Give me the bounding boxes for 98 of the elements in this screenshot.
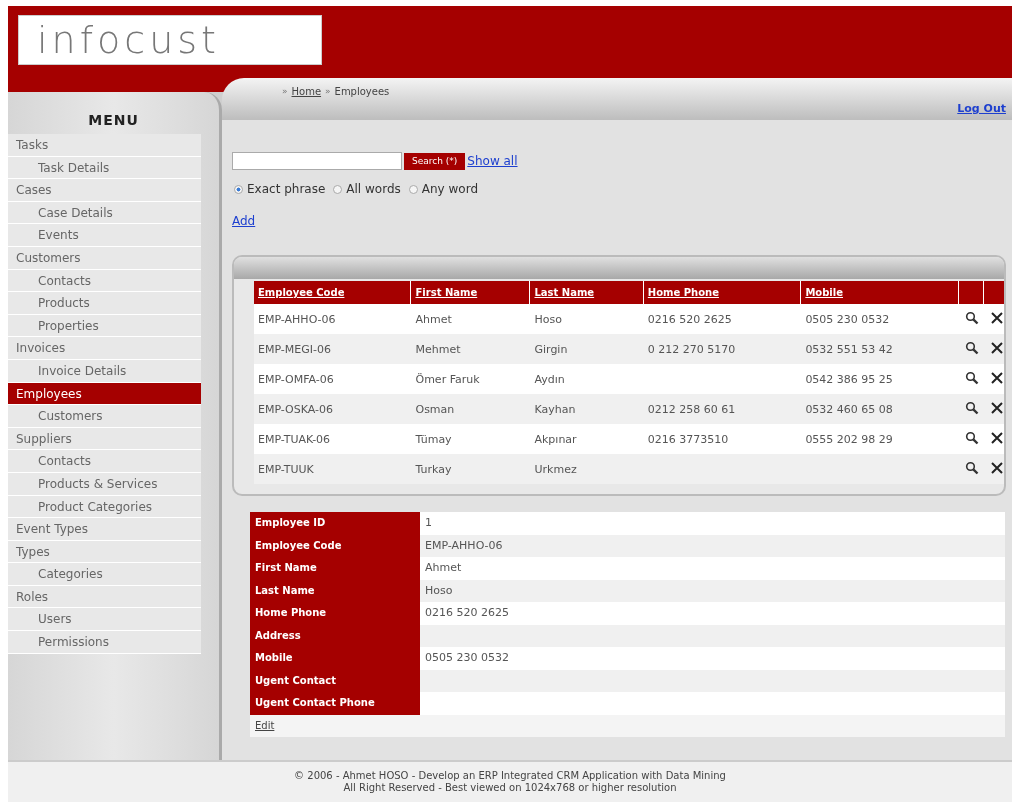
menu-item[interactable]: Permissions xyxy=(8,631,201,654)
table-cell: 0532 551 53 42 xyxy=(805,342,893,356)
menu-item[interactable]: Cases xyxy=(8,179,201,202)
search-icon[interactable] xyxy=(964,400,979,415)
field-label: Ugent Contact xyxy=(250,669,420,692)
search-icon[interactable] xyxy=(964,310,979,325)
logo: infocust xyxy=(18,15,322,65)
table-cell: 0 212 270 5170 xyxy=(647,342,736,356)
add-link[interactable]: Add xyxy=(232,214,256,228)
radio-button[interactable] xyxy=(333,184,343,194)
edit-link[interactable]: Edit xyxy=(255,719,275,731)
table-cell: 0542 386 95 25 xyxy=(805,372,893,386)
table-cell: EMP-MEGI-06 xyxy=(258,342,331,356)
menu-item[interactable]: Event Types xyxy=(8,518,201,541)
search-icon[interactable] xyxy=(964,340,979,355)
menu-item[interactable]: Users xyxy=(8,608,201,632)
field-label: Employee Code xyxy=(250,534,420,557)
search-icon[interactable] xyxy=(964,430,979,445)
close-icon[interactable] xyxy=(989,460,1004,475)
menu-item[interactable]: Properties xyxy=(8,314,201,338)
close-icon[interactable] xyxy=(989,400,1004,415)
menu-item[interactable]: Contacts xyxy=(8,450,201,473)
search-button[interactable]: Search (*) xyxy=(404,152,466,170)
menu-item[interactable]: Types xyxy=(8,540,201,564)
table-cell: EMP-TUUK xyxy=(258,462,314,476)
table-cell: Turkay xyxy=(415,462,452,476)
radio-button[interactable] xyxy=(234,184,243,194)
field-value: Ahmet xyxy=(424,560,463,576)
menu-item[interactable]: Suppliers xyxy=(8,427,201,451)
table-cell: 0212 258 60 61 xyxy=(647,402,736,416)
field-label: Mobile xyxy=(250,647,420,670)
table-cell: Mehmet xyxy=(415,342,461,356)
field-label: Ugent Contact Phone xyxy=(250,692,420,715)
show-all-link[interactable]: Show all xyxy=(467,154,518,168)
field-label: Last Name xyxy=(250,579,420,602)
table-cell: Tümay xyxy=(415,432,452,446)
table-cell: EMP-AHHO-06 xyxy=(258,312,336,326)
table-cell: 0216 3773510 xyxy=(647,432,729,446)
field-label: Home Phone xyxy=(250,602,420,625)
table-cell: Ahmet xyxy=(415,312,452,326)
table-cell: Kayhan xyxy=(534,402,576,416)
radio-button[interactable] xyxy=(408,184,418,194)
menu-item[interactable]: Products xyxy=(8,292,201,315)
menu-title: MENU xyxy=(87,111,140,130)
field-value: EMP-AHHO-06 xyxy=(420,534,1005,557)
table-cell: EMP-OMFA-06 xyxy=(258,372,334,386)
footer-text: © 2006 - Ahmet HOSO - Develop an ERP Integrated CRM Application with Data Mining xyxy=(294,770,726,782)
search-icon[interactable] xyxy=(964,370,979,385)
search-field[interactable] xyxy=(232,152,402,170)
radio-label: Exact phrase xyxy=(247,182,326,196)
menu-item[interactable]: Invoice Details xyxy=(8,359,201,383)
table-cell: 0555 202 98 29 xyxy=(805,432,893,446)
column-header[interactable]: Mobile xyxy=(805,287,843,298)
table-cell: Aydın xyxy=(534,372,565,386)
field-label: First Name xyxy=(250,557,420,580)
table-cell: 0505 230 0532 xyxy=(805,312,890,326)
search-icon[interactable] xyxy=(964,460,979,475)
menu-item[interactable]: Invoices xyxy=(8,337,201,360)
menu-item[interactable]: Roles xyxy=(8,585,201,609)
menu-item[interactable]: Case Details xyxy=(8,201,201,225)
field-label: Address xyxy=(250,624,420,647)
menu-item[interactable]: Product Categories xyxy=(8,495,201,519)
menu-item[interactable]: Customers xyxy=(8,246,201,270)
field-label: Employee ID xyxy=(250,512,420,535)
table-cell: Hoso xyxy=(534,312,562,326)
close-icon[interactable] xyxy=(989,370,1004,385)
menu-item[interactable]: Task Details xyxy=(8,156,201,180)
table-cell: Ömer Faruk xyxy=(415,372,480,386)
menu-item[interactable]: Employees xyxy=(8,382,201,406)
breadcrumb-current: Employees xyxy=(334,86,390,97)
menu-item[interactable]: Products & Services xyxy=(8,472,201,496)
radio-label: Any word xyxy=(421,182,478,196)
menu-item[interactable]: Tasks xyxy=(8,134,201,157)
table-cell: Urkmez xyxy=(534,462,577,476)
table-cell: Girgin xyxy=(534,342,568,356)
field-value: Hoso xyxy=(420,579,1005,602)
table-cell: Osman xyxy=(415,402,455,416)
breadcrumb-link[interactable]: Home xyxy=(291,86,322,97)
field-value: 0505 230 0532 xyxy=(424,650,510,666)
table-cell: EMP-TUAK-06 xyxy=(258,432,331,446)
radio-label: All words xyxy=(346,182,401,196)
field-value: 1 xyxy=(424,515,433,531)
menu-item[interactable]: Customers xyxy=(8,405,201,428)
breadcrumb-separator: » xyxy=(282,86,288,96)
close-icon[interactable] xyxy=(989,340,1004,355)
table-cell: 0216 520 2625 xyxy=(647,312,732,326)
table-cell: EMP-OSKA-06 xyxy=(258,402,334,416)
logout-link[interactable]: Log Out xyxy=(957,102,1006,115)
breadcrumb-separator: » xyxy=(325,86,331,96)
table-cell: Akpınar xyxy=(534,432,577,446)
close-icon[interactable] xyxy=(989,430,1004,445)
menu-item[interactable]: Contacts xyxy=(8,269,201,293)
close-icon[interactable] xyxy=(989,310,1004,325)
field-value: 0216 520 2625 xyxy=(424,605,510,621)
footer-text: All Right Reserved - Best viewed on 1024x768 or higher resolution xyxy=(343,782,677,794)
menu-item[interactable]: Events xyxy=(8,224,201,247)
menu-item[interactable]: Categories xyxy=(8,563,201,586)
table-cell: 0532 460 65 08 xyxy=(805,402,893,416)
